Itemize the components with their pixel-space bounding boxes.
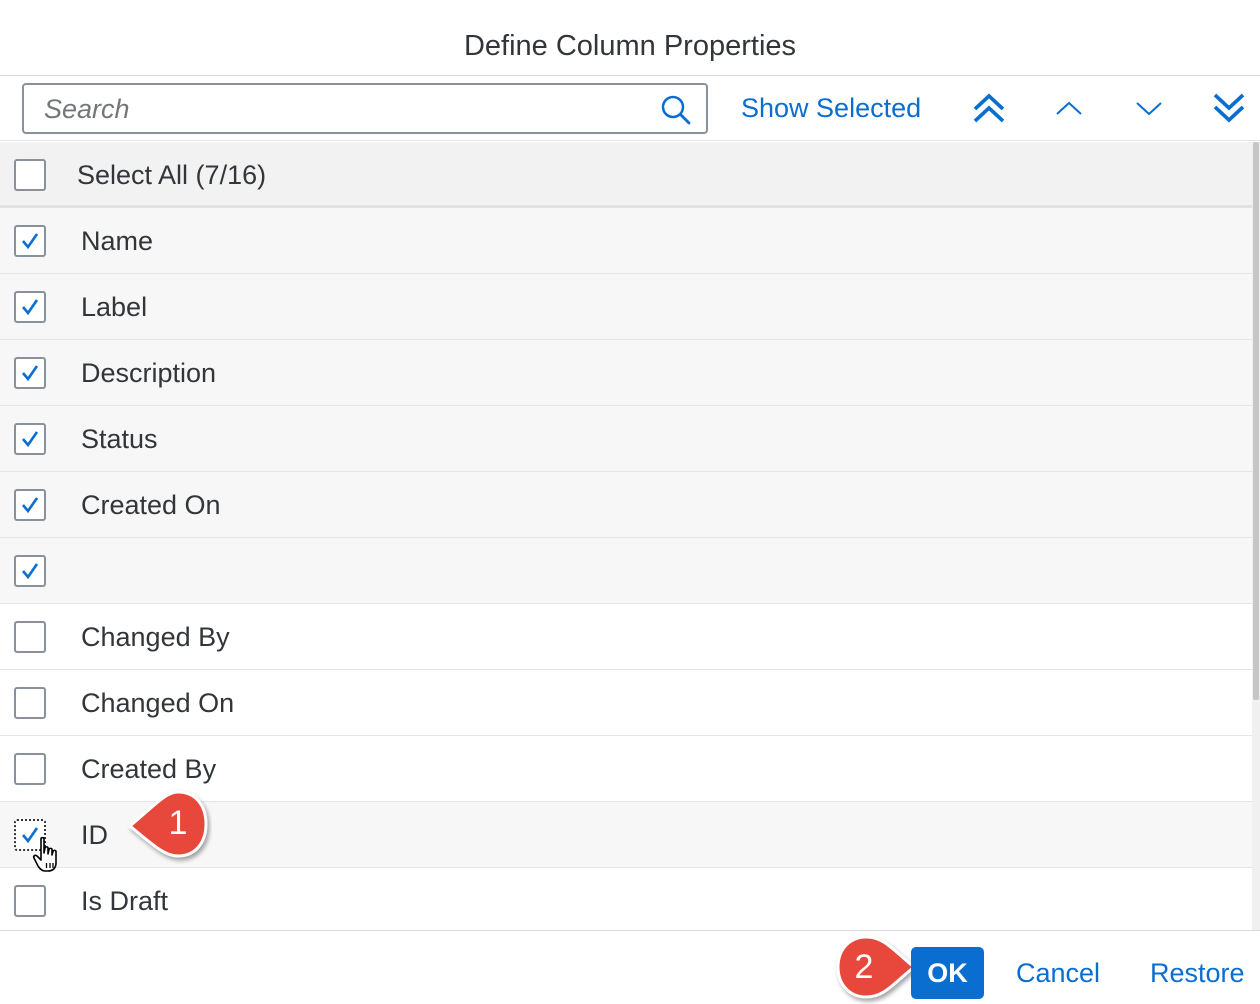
- list-item[interactable]: Changed By: [0, 604, 1252, 670]
- callout-badge-1: 1: [126, 786, 212, 866]
- callout-number: 2: [854, 948, 874, 986]
- checkmark-icon: [22, 431, 39, 448]
- item-checkbox[interactable]: [14, 621, 46, 653]
- hand-cursor-icon: [32, 836, 57, 872]
- select-all-checkbox[interactable]: [14, 159, 46, 191]
- move-to-bottom-icon[interactable]: [1211, 91, 1247, 125]
- item-label: Changed On: [81, 688, 235, 718]
- move-up-icon[interactable]: [1051, 91, 1087, 125]
- show-selected-button[interactable]: Show Selected: [741, 93, 921, 124]
- cancel-button[interactable]: Cancel: [1016, 958, 1100, 989]
- item-checkbox[interactable]: [14, 291, 46, 323]
- search-icon[interactable]: [660, 94, 692, 126]
- item-label: Created By: [81, 754, 217, 784]
- checkmark-icon: [22, 365, 39, 382]
- item-label: Status: [81, 424, 158, 454]
- move-down-icon[interactable]: [1131, 91, 1167, 125]
- item-label: Is Draft: [81, 886, 169, 916]
- item-checkbox[interactable]: [14, 555, 46, 587]
- ok-button[interactable]: OK: [911, 947, 984, 999]
- item-checkbox[interactable]: [14, 753, 46, 785]
- item-checkbox[interactable]: [14, 489, 46, 521]
- item-label: Name: [81, 226, 154, 256]
- item-label: Label: [81, 292, 148, 322]
- scrollbar-thumb[interactable]: [1253, 142, 1259, 700]
- item-checkbox[interactable]: [14, 357, 46, 389]
- callout-badge-2: 2: [834, 933, 917, 1004]
- search-input[interactable]: [44, 93, 644, 125]
- item-checkbox[interactable]: [14, 423, 46, 455]
- checkmark-icon: [22, 497, 39, 514]
- move-to-top-icon[interactable]: [971, 91, 1007, 125]
- list-item[interactable]: Description: [0, 340, 1252, 406]
- list-item[interactable]: Label: [0, 274, 1252, 340]
- select-all-row[interactable]: Select All (7/16): [0, 142, 1252, 208]
- search-field[interactable]: [22, 83, 708, 134]
- list-item[interactable]: Changed On: [0, 670, 1252, 736]
- list-item[interactable]: Is Draft: [0, 868, 1252, 930]
- item-checkbox[interactable]: [14, 885, 46, 917]
- list-item[interactable]: Status: [0, 406, 1252, 472]
- item-label: Created On: [81, 490, 221, 520]
- dialog-header: Define Column Properties: [0, 0, 1260, 76]
- checkmark-icon: [22, 299, 39, 316]
- list-item[interactable]: Name: [0, 208, 1252, 274]
- item-checkbox[interactable]: [14, 687, 46, 719]
- item-label: Description: [81, 358, 217, 388]
- item-label: Changed By: [81, 622, 230, 652]
- checkmark-icon: [22, 563, 39, 580]
- select-all-label: Select All (7/16): [77, 160, 267, 190]
- toolbar: Show Selected: [0, 77, 1260, 141]
- callout-number: 1: [168, 804, 188, 842]
- list-item[interactable]: [0, 538, 1252, 604]
- item-checkbox[interactable]: [14, 225, 46, 257]
- restore-button[interactable]: Restore: [1150, 958, 1245, 989]
- dialog-footer: 2 OK Cancel Restore: [0, 930, 1260, 1004]
- item-label: ID: [81, 820, 108, 850]
- dialog-title: Define Column Properties: [463, 30, 797, 62]
- list-item[interactable]: Created On: [0, 472, 1252, 538]
- checkmark-icon: [22, 233, 39, 250]
